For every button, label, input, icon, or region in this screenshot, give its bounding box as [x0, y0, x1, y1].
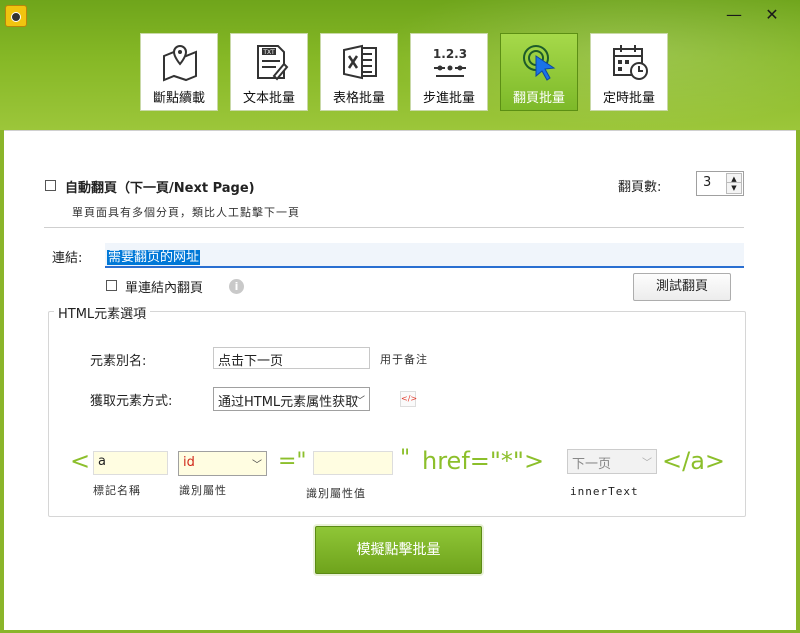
identify-attr-value-caption: 識別屬性值 [306, 487, 366, 500]
tab-label: 定時批量 [602, 91, 655, 106]
alias-input[interactable]: 点击下一页 [213, 347, 370, 369]
autopage-note: 單頁面具有多個分頁，類比人工點擊下一頁 [72, 206, 300, 219]
single-link-label: 單連結內翻頁 [125, 281, 204, 296]
identify-attr-value: id [183, 455, 195, 470]
close-button[interactable]: ✕ [760, 4, 784, 26]
href-text: href="*"> [422, 447, 545, 475]
tab-table-batch[interactable]: 表格批量 [320, 33, 398, 111]
tab-label: 文本批量 [242, 91, 295, 106]
page-count-label: 翻頁數: [618, 180, 662, 195]
chevron-down-icon: ﹀ [252, 460, 262, 471]
simulate-click-batch-button[interactable]: 模擬點擊批量 [315, 526, 482, 574]
stepper-down-icon[interactable]: ▼ [726, 182, 742, 194]
tab-label: 翻頁批量 [512, 91, 565, 106]
app-camera-icon [5, 5, 27, 27]
close-tag-symbol: </a> [662, 447, 726, 475]
page-count-value: 3 [703, 175, 712, 190]
map-pin-icon [163, 44, 197, 82]
tab-step-batch[interactable]: 1.2.3 步進批量 [410, 33, 488, 111]
svg-text:TXT: TXT [262, 49, 275, 56]
open-bracket-symbol: < [70, 447, 91, 475]
title-bar: — ✕ 斷點續載 TXT 文本批量 表格批量 1.2.3 步進批量 翻頁批量 定… [0, 0, 800, 130]
code-tag-icon[interactable]: </> [400, 391, 417, 407]
autopage-label: 自動翻頁（下一頁/Next Page) [65, 181, 255, 196]
txt-file-icon: TXT [257, 45, 289, 81]
identify-attr-value-input[interactable] [313, 451, 393, 475]
identify-attr-caption: 識別屬性 [179, 484, 227, 497]
alias-note: 用于备注 [380, 353, 428, 366]
page-count-stepper[interactable]: 3 ▲ ▼ [696, 171, 744, 196]
info-icon[interactable]: i [229, 279, 244, 294]
html-element-group [48, 311, 746, 517]
main-panel: 自動翻頁（下一頁/Next Page) 單頁面具有多個分頁，類比人工點擊下一頁 … [4, 130, 796, 630]
equals-quote-symbol: =" [278, 449, 307, 474]
tab-text-batch[interactable]: TXT 文本批量 [230, 33, 308, 111]
tag-name-caption: 標記名稱 [93, 484, 141, 497]
tab-resume-download[interactable]: 斷點續載 [140, 33, 218, 111]
identify-attr-select[interactable]: id ﹀ [178, 451, 267, 476]
method-select[interactable]: 通过HTML元素属性获取 ﹀ [213, 387, 370, 411]
link-url-input[interactable]: 需要翻页的网址 [105, 243, 744, 268]
tab-label: 斷點續載 [152, 91, 205, 106]
single-link-checkbox[interactable] [106, 280, 117, 291]
inner-text-select[interactable]: 下一页 ﹀ [567, 449, 657, 474]
tab-page-batch[interactable]: 翻頁批量 [500, 33, 578, 111]
method-value: 通过HTML元素属性获取 [218, 395, 359, 410]
tab-label: 步進批量 [422, 91, 475, 106]
link-label: 連結: [52, 251, 83, 266]
group-title: HTML元素選項 [54, 303, 151, 322]
method-label: 獲取元素方式: [90, 394, 173, 409]
step-numbers-icon: 1.2.3 [433, 47, 467, 77]
minimize-button[interactable]: — [722, 4, 746, 26]
divider [44, 227, 744, 228]
link-url-value: 需要翻页的网址 [107, 250, 201, 265]
inner-text-caption: innerText [570, 485, 639, 498]
inner-text-value: 下一页 [572, 457, 612, 472]
alias-label: 元素別名: [90, 354, 147, 369]
svg-text:1.2.3: 1.2.3 [433, 47, 467, 61]
chevron-down-icon: ﹀ [642, 458, 652, 469]
tab-label: 表格批量 [332, 91, 385, 106]
chevron-down-icon: ﹀ [355, 396, 365, 407]
autopage-checkbox[interactable] [45, 180, 56, 191]
tag-name-input[interactable]: a [93, 451, 168, 475]
tab-scheduled-batch[interactable]: 定時批量 [590, 33, 668, 111]
click-cursor-icon [523, 45, 556, 81]
close-quote-symbol: " [400, 446, 411, 471]
excel-icon [343, 44, 377, 80]
calendar-clock-icon [613, 45, 648, 80]
test-page-button[interactable]: 測試翻頁 [633, 273, 731, 301]
